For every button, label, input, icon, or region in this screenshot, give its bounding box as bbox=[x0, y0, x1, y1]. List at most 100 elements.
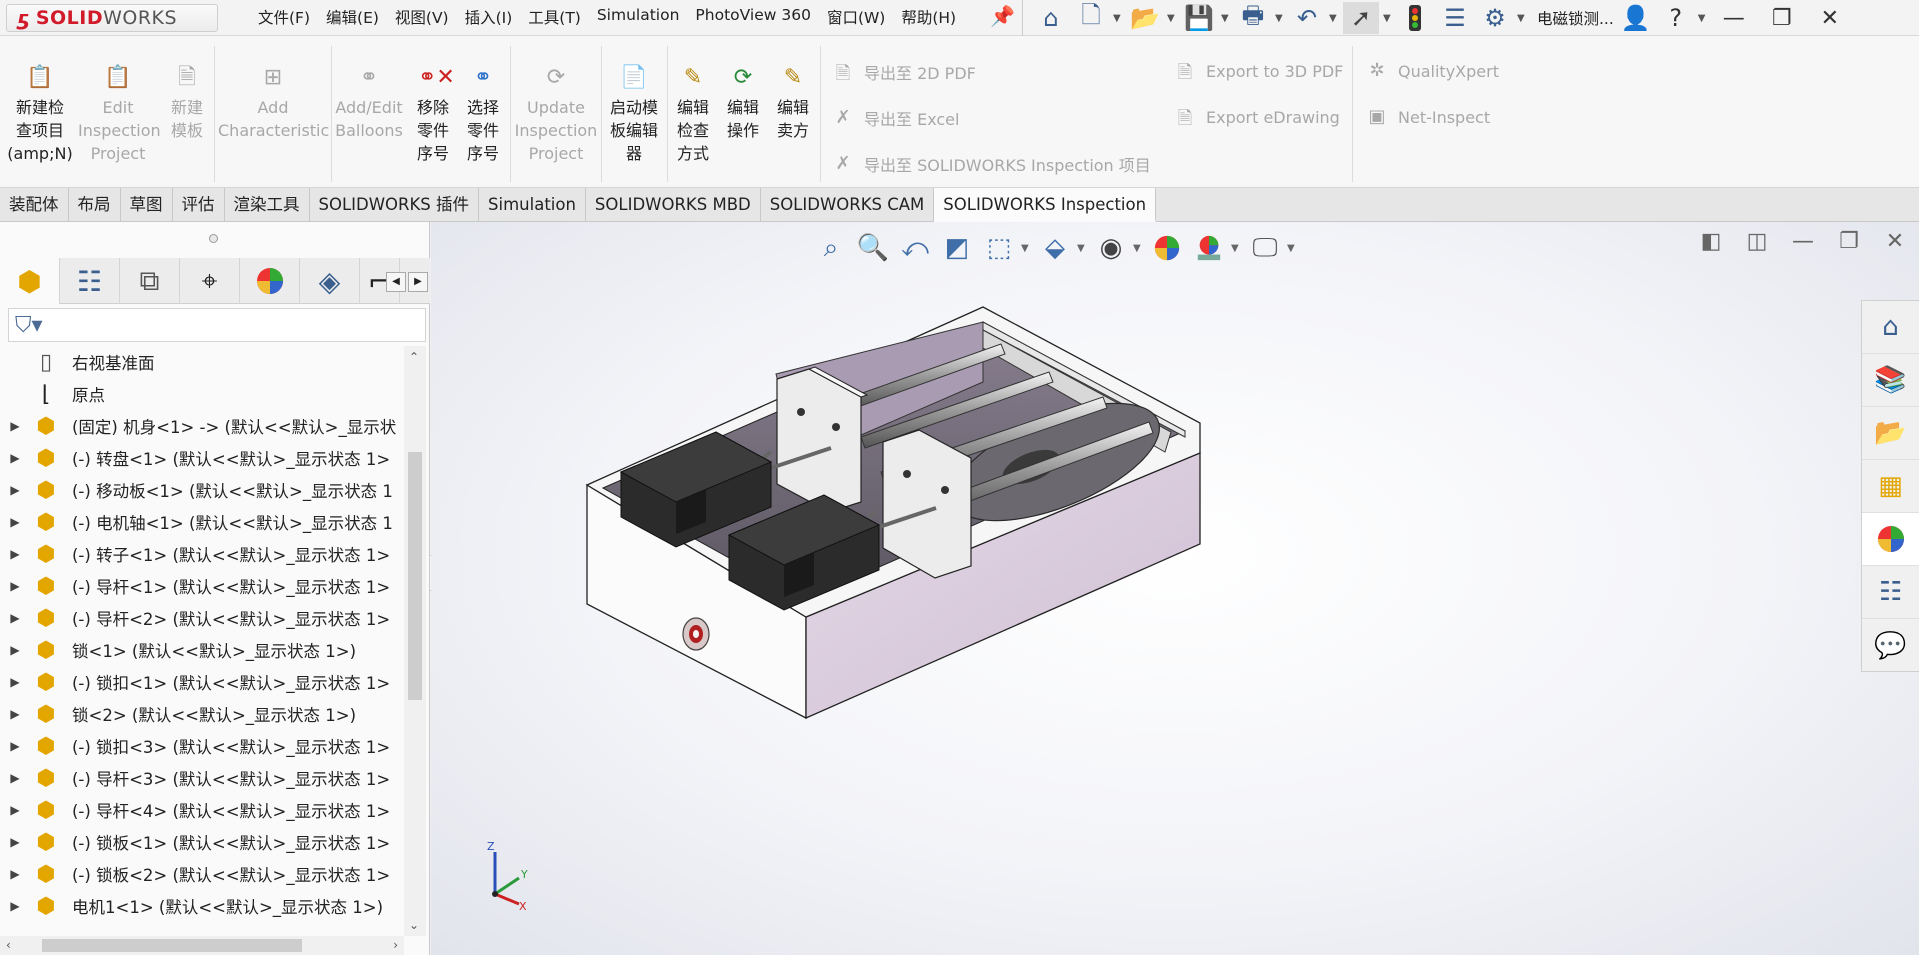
expand-arrow-icon[interactable]: ▶ bbox=[0, 707, 30, 721]
new-template-button[interactable]: 🗎 新建 模板 bbox=[162, 62, 212, 142]
new-dropdown-icon[interactable]: ▼ bbox=[1113, 13, 1123, 24]
scrollbar-thumb[interactable] bbox=[42, 939, 302, 952]
menu-simulation[interactable]: Simulation bbox=[597, 6, 680, 28]
assembly-model-3d[interactable] bbox=[431, 222, 1919, 955]
expand-arrow-icon[interactable]: ▶ bbox=[0, 611, 30, 625]
view-triad[interactable]: Z Y X bbox=[481, 822, 541, 912]
tree-item[interactable]: ▶ ⬢ (-) 导杆<2> (默认<<默认>_显示状态 1> bbox=[0, 602, 404, 634]
tree-item[interactable]: ▶ ⬢ (-) 锁板<1> (默认<<默认>_显示状态 1> bbox=[0, 826, 404, 858]
tree-vertical-scrollbar[interactable]: ⌃ ⌄ bbox=[404, 346, 426, 936]
expand-arrow-icon[interactable]: ▶ bbox=[0, 515, 30, 529]
solidworks-resources-home-icon[interactable]: ⌂ bbox=[1862, 301, 1919, 354]
menu-photoview[interactable]: PhotoView 360 bbox=[695, 6, 811, 28]
help-dropdown-icon[interactable]: ▼ bbox=[1698, 13, 1708, 24]
menu-file[interactable]: 文件(F) bbox=[258, 6, 310, 28]
tree-item[interactable]: ▶ ⬢ (-) 导杆<3> (默认<<默认>_显示状态 1> bbox=[0, 762, 404, 794]
open-icon[interactable]: 📂 bbox=[1127, 2, 1163, 34]
new-inspection-project-button[interactable]: 📋 新建检 查项目 (amp;N) bbox=[6, 62, 74, 165]
cam-feature-tab-icon[interactable]: ◈ bbox=[300, 258, 360, 304]
launch-template-editor-button[interactable]: 📄 启动模 板编辑器 bbox=[604, 62, 664, 165]
tab-scroll-right-icon[interactable]: ▶ bbox=[408, 272, 428, 292]
open-dropdown-icon[interactable]: ▼ bbox=[1167, 13, 1177, 24]
tab-render-tools[interactable]: 渲染工具 bbox=[225, 188, 310, 222]
tree-item[interactable]: ▶ ⬢ (-) 导杆<4> (默认<<默认>_显示状态 1> bbox=[0, 794, 404, 826]
help-icon[interactable]: ? bbox=[1658, 2, 1694, 34]
menu-insert[interactable]: 插入(I) bbox=[465, 6, 513, 28]
tab-solidworks-inspection[interactable]: SOLIDWORKS Inspection bbox=[934, 188, 1157, 222]
tree-item[interactable]: ▶ ⬢ 锁<2> (默认<<默认>_显示状态 1>) bbox=[0, 698, 404, 730]
tree-item[interactable]: ▶ ⬢ (-) 锁扣<3> (默认<<默认>_显示状态 1> bbox=[0, 730, 404, 762]
tree-item[interactable]: ▶ ⬢ (-) 转盘<1> (默认<<默认>_显示状态 1> bbox=[0, 442, 404, 474]
undo-dropdown-icon[interactable]: ▼ bbox=[1329, 13, 1339, 24]
export-2d-pdf-button[interactable]: 🗎 导出至 2D PDF bbox=[832, 60, 976, 84]
tab-solidworks-addins[interactable]: SOLIDWORKS 插件 bbox=[310, 188, 480, 222]
expand-arrow-icon[interactable]: ▶ bbox=[0, 579, 30, 593]
expand-arrow-icon[interactable]: ▶ bbox=[0, 899, 30, 913]
select-dropdown-icon[interactable]: ▼ bbox=[1383, 13, 1393, 24]
print-icon[interactable]: 🖶 bbox=[1235, 1, 1271, 34]
save-dropdown-icon[interactable]: ▼ bbox=[1221, 13, 1231, 24]
menu-help[interactable]: 帮助(H) bbox=[901, 6, 956, 28]
options-dropdown-icon[interactable]: ▼ bbox=[1517, 13, 1527, 24]
remove-part-number-button[interactable]: ⚭✕ 移除 零件 序号 bbox=[410, 62, 456, 165]
tree-item[interactable]: ▶ ⬢ (-) 锁板<2> (默认<<默认>_显示状态 1> bbox=[0, 858, 404, 890]
update-inspection-project-button[interactable]: ⟳ Update Inspection Project bbox=[514, 62, 598, 165]
qualityxpert-button[interactable]: ✲ QualityXpert bbox=[1366, 60, 1499, 82]
menu-tools[interactable]: 工具(T) bbox=[528, 6, 581, 28]
tree-item[interactable]: ▶ ⬢ (-) 电机轴<1> (默认<<默认>_显示状态 1 bbox=[0, 506, 404, 538]
traffic-light-icon[interactable] bbox=[1397, 2, 1433, 34]
save-icon[interactable]: 💾 bbox=[1181, 2, 1217, 34]
property-manager-tab-icon[interactable]: ☷ bbox=[60, 258, 120, 304]
net-inspect-button[interactable]: ▣ Net-Inspect bbox=[1366, 106, 1490, 128]
file-explorer-icon[interactable]: 📂 bbox=[1862, 407, 1919, 460]
home-icon[interactable]: ⌂ bbox=[1033, 2, 1069, 34]
minimize-icon[interactable]: — bbox=[1712, 6, 1756, 31]
select-part-number-button[interactable]: ⚭ 选择 零件 序号 bbox=[460, 62, 506, 165]
print-dropdown-icon[interactable]: ▼ bbox=[1275, 13, 1285, 24]
tab-assembly[interactable]: 装配体 bbox=[0, 188, 69, 222]
expand-arrow-icon[interactable]: ▶ bbox=[0, 643, 30, 657]
tree-item-origin[interactable]: ⌊ 原点 bbox=[0, 378, 404, 410]
tree-item-right-plane[interactable]: ▯ 右视基准面 bbox=[0, 346, 404, 378]
expand-arrow-icon[interactable]: ▶ bbox=[0, 547, 30, 561]
export-sw-inspection-button[interactable]: ✗ 导出至 SOLIDWORKS Inspection 项目 bbox=[832, 152, 1150, 176]
menu-view[interactable]: 视图(V) bbox=[395, 6, 449, 28]
expand-arrow-icon[interactable]: ▶ bbox=[0, 739, 30, 753]
new-document-icon[interactable]: 🗋 bbox=[1073, 1, 1109, 34]
expand-arrow-icon[interactable]: ▶ bbox=[0, 803, 30, 817]
menu-edit[interactable]: 编辑(E) bbox=[326, 6, 379, 28]
edit-inspection-method-button[interactable]: ✎ 编辑 检查 方式 bbox=[670, 62, 716, 165]
tree-item[interactable]: ▶ ⬢ 电机1<1> (默认<<默认>_显示状态 1>) bbox=[0, 890, 404, 922]
expand-arrow-icon[interactable]: ▶ bbox=[0, 451, 30, 465]
dimxpert-manager-tab-icon[interactable]: ⌖ bbox=[180, 258, 240, 304]
options-gear-icon[interactable]: ⚙ bbox=[1477, 2, 1513, 34]
restore-icon[interactable]: ❐ bbox=[1760, 6, 1804, 31]
tab-simulation[interactable]: Simulation bbox=[479, 188, 586, 222]
graphics-viewport[interactable]: ⌕ 🔍 ⤺ ◩ ⬚ ▼ ⬙ ▼ ◉ ▼ ▼ 🖵 ▼ ◧ ◫ — ❐ ✕ Z Y … bbox=[431, 222, 1919, 955]
tab-evaluate[interactable]: 评估 bbox=[173, 188, 225, 222]
select-icon[interactable]: ➚ bbox=[1343, 2, 1379, 34]
tab-solidworks-mbd[interactable]: SOLIDWORKS MBD bbox=[586, 188, 761, 222]
feature-manager-tab-icon[interactable]: ⬢ bbox=[0, 258, 60, 304]
close-icon[interactable]: ✕ bbox=[1808, 6, 1852, 31]
expand-arrow-icon[interactable]: ▶ bbox=[0, 419, 30, 433]
user-icon[interactable]: 👤 bbox=[1618, 2, 1654, 34]
tree-item[interactable]: ▶ ⬢ (固定) 机身<1> -> (默认<<默认>_显示状 bbox=[0, 410, 404, 442]
tab-sketch[interactable]: 草图 bbox=[121, 188, 173, 222]
expand-arrow-icon[interactable]: ▶ bbox=[0, 675, 30, 689]
add-edit-balloons-button[interactable]: ⚭ Add/Edit Balloons bbox=[334, 62, 404, 142]
undo-icon[interactable]: ↶ bbox=[1289, 2, 1325, 34]
export-edrawing-button[interactable]: 🗎 Export eDrawing bbox=[1174, 106, 1340, 130]
tree-item[interactable]: ▶ ⬢ (-) 导杆<1> (默认<<默认>_显示状态 1> bbox=[0, 570, 404, 602]
view-palette-icon[interactable]: ▦ bbox=[1862, 460, 1919, 513]
display-manager-tab-icon[interactable] bbox=[240, 258, 300, 304]
appearances-scenes-icon[interactable] bbox=[1862, 513, 1919, 566]
tab-solidworks-cam[interactable]: SOLIDWORKS CAM bbox=[761, 188, 935, 222]
panel-splitter-handle[interactable] bbox=[209, 234, 218, 243]
edit-operation-button[interactable]: ⟳ 编辑 操作 bbox=[720, 62, 766, 142]
tree-item[interactable]: ▶ ⬢ (-) 转子<1> (默认<<默认>_显示状态 1> bbox=[0, 538, 404, 570]
scroll-up-icon[interactable]: ⌃ bbox=[409, 350, 419, 364]
file-properties-icon[interactable]: ☰ bbox=[1437, 2, 1473, 34]
scroll-right-icon[interactable]: › bbox=[393, 938, 398, 952]
expand-arrow-icon[interactable]: ▶ bbox=[0, 483, 30, 497]
